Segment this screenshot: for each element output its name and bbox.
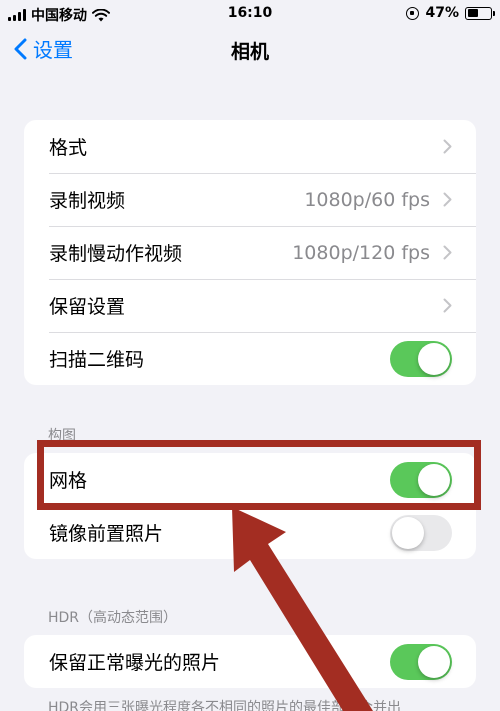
- mirror-front-row: 镜像前置照片: [24, 506, 476, 559]
- row-value: 1080p/120 fps: [292, 241, 430, 264]
- battery-percent: 47%: [425, 5, 459, 21]
- mirror-front-toggle[interactable]: [390, 515, 452, 551]
- scan-qr-row: 扫描二维码: [24, 332, 476, 385]
- row-label: 保留设置: [49, 296, 126, 318]
- chevron-right-icon: [443, 139, 452, 154]
- navigation-bar: 设置 相机: [0, 28, 500, 72]
- highlight-box: [37, 440, 481, 510]
- battery-icon: [465, 6, 495, 20]
- row-label: 录制慢动作视频: [49, 243, 183, 265]
- scan-qr-toggle[interactable]: [390, 341, 452, 377]
- chevron-right-icon: [443, 298, 452, 313]
- status-right: 47%: [406, 5, 495, 21]
- chevron-right-icon: [443, 245, 452, 260]
- keep-normal-photo-row: 保留正常曝光的照片: [24, 635, 476, 688]
- row-label: 镜像前置照片: [49, 523, 164, 545]
- hdr-header: HDR（高动态范围）: [48, 610, 178, 626]
- chevron-right-icon: [443, 192, 452, 207]
- toggle-knob: [418, 646, 450, 678]
- row-label: 录制视频: [49, 190, 126, 212]
- row-label: 保留正常曝光的照片: [49, 652, 221, 674]
- keep-normal-photo-toggle[interactable]: [390, 644, 452, 680]
- format-row[interactable]: 格式: [24, 120, 476, 173]
- hdr-group: 保留正常曝光的照片: [24, 635, 476, 688]
- row-label: 扫描二维码: [49, 349, 145, 371]
- record-slomo-row[interactable]: 录制慢动作视频 1080p/120 fps: [24, 226, 476, 279]
- record-video-row[interactable]: 录制视频 1080p/60 fps: [24, 173, 476, 226]
- camera-settings-group: 格式 录制视频 1080p/60 fps 录制慢动作视频 1080p/120 f…: [24, 120, 476, 385]
- rotation-lock-icon: [406, 6, 420, 20]
- status-bar: 中国移动 16:10 47%: [0, 0, 500, 28]
- page-title: 相机: [230, 41, 269, 63]
- toggle-knob: [392, 517, 424, 549]
- row-label: 格式: [49, 137, 88, 159]
- toggle-knob: [418, 343, 450, 375]
- hdr-footer-text: HDR会用三张曝光程度各不相同的照片的最佳部分合并出: [48, 700, 402, 711]
- battery-fill: [467, 9, 478, 17]
- preserve-settings-row[interactable]: 保留设置: [24, 279, 476, 332]
- row-value: 1080p/60 fps: [304, 188, 430, 211]
